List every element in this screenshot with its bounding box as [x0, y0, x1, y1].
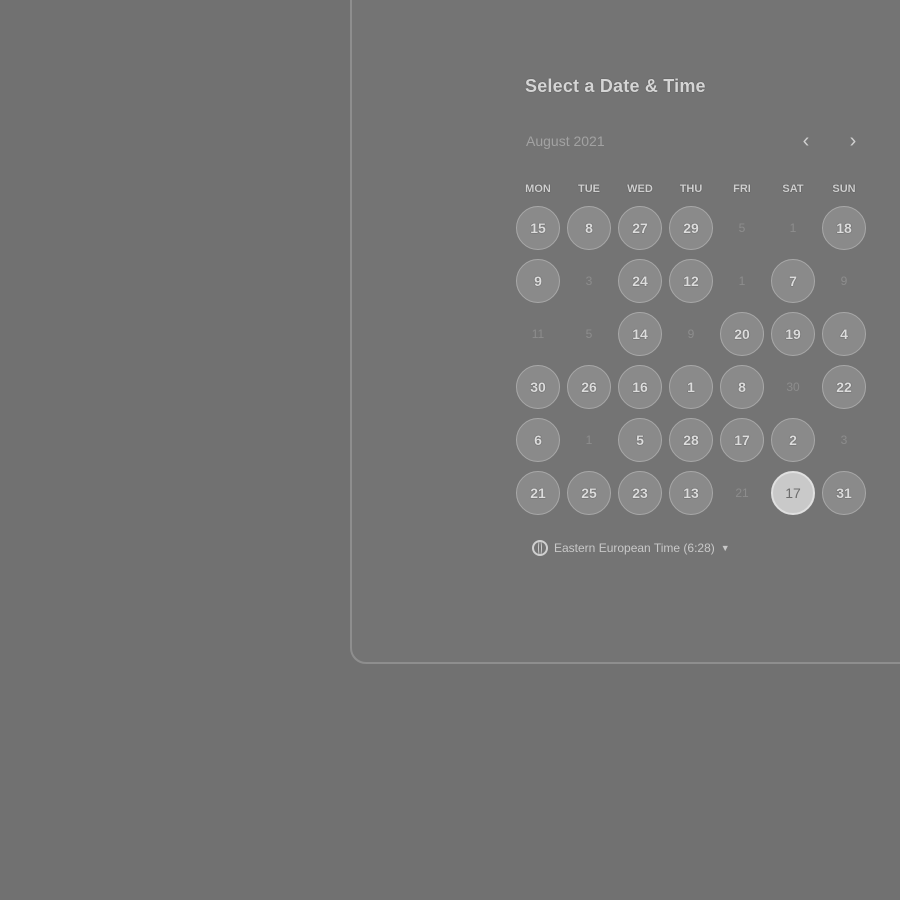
calendar-day: 1: [738, 274, 746, 288]
calendar-day[interactable]: 22: [822, 365, 866, 409]
calendar-day[interactable]: 23: [618, 471, 662, 515]
booking-page: Select a Date & Time August 2021 ‹ › MON…: [0, 0, 900, 900]
calendar-day[interactable]: 14: [618, 312, 662, 356]
calendar-day[interactable]: 13: [669, 471, 713, 515]
calendar-day: 5: [738, 221, 746, 235]
page-title: Select a Date & Time: [525, 76, 706, 96]
calendar-day: 5: [585, 327, 593, 341]
calendar-day: 9: [840, 274, 848, 288]
calendar-day: 1: [585, 433, 593, 447]
calendar-day[interactable]: 15: [516, 206, 560, 250]
selected-day[interactable]: 17: [771, 471, 815, 515]
calendar-day[interactable]: 5: [618, 418, 662, 462]
timezone-label: Eastern European Time (6:28): [554, 541, 715, 555]
calendar-day[interactable]: 19: [771, 312, 815, 356]
caret-down-icon: ▼: [720, 543, 730, 553]
weekday-thu: THU: [679, 183, 703, 195]
calendar-day[interactable]: 8: [720, 365, 764, 409]
calendar-day: 30: [786, 380, 800, 394]
calendar-day[interactable]: 7: [771, 259, 815, 303]
calendar-day: 3: [585, 274, 593, 288]
calendar-day[interactable]: 21: [516, 471, 560, 515]
calendar-day[interactable]: 4: [822, 312, 866, 356]
timezone-selector[interactable]: Eastern European Time (6:28) ▼: [532, 540, 730, 556]
calendar-day: 3: [840, 433, 848, 447]
calendar-day[interactable]: 26: [567, 365, 611, 409]
globe-icon: [532, 540, 548, 556]
calendar-day[interactable]: 12: [669, 259, 713, 303]
weekday-mon: MON: [525, 183, 551, 195]
weekday-tue: TUE: [578, 183, 600, 195]
calendar-day[interactable]: 24: [618, 259, 662, 303]
calendar-day[interactable]: 1: [669, 365, 713, 409]
calendar-day: 1: [789, 221, 797, 235]
prev-month-button[interactable]: ‹: [793, 128, 819, 154]
weekday-wed: WED: [627, 183, 653, 195]
calendar-day[interactable]: 16: [618, 365, 662, 409]
calendar-day: 21: [735, 486, 749, 500]
calendar-day: 9: [687, 327, 695, 341]
calendar-day[interactable]: 30: [516, 365, 560, 409]
calendar-day[interactable]: 25: [567, 471, 611, 515]
calendar-day[interactable]: 18: [822, 206, 866, 250]
next-month-button[interactable]: ›: [840, 128, 866, 154]
calendar-day[interactable]: 17: [720, 418, 764, 462]
weekday-fri: FRI: [733, 183, 751, 195]
calendar-day[interactable]: 6: [516, 418, 560, 462]
calendar-day[interactable]: 20: [720, 312, 764, 356]
weekday-sun: SUN: [832, 183, 856, 195]
calendar-day[interactable]: 31: [822, 471, 866, 515]
calendar-day[interactable]: 29: [669, 206, 713, 250]
calendar-day: 11: [531, 327, 545, 341]
chevron-left-icon: ‹: [802, 129, 810, 152]
calendar-day[interactable]: 8: [567, 206, 611, 250]
calendar-day[interactable]: 9: [516, 259, 560, 303]
calendar-day[interactable]: 27: [618, 206, 662, 250]
calendar-day[interactable]: 28: [669, 418, 713, 462]
weekday-sat: SAT: [782, 183, 804, 195]
calendar-day[interactable]: 2: [771, 418, 815, 462]
month-label: August 2021: [526, 133, 605, 149]
chevron-right-icon: ›: [849, 129, 857, 152]
